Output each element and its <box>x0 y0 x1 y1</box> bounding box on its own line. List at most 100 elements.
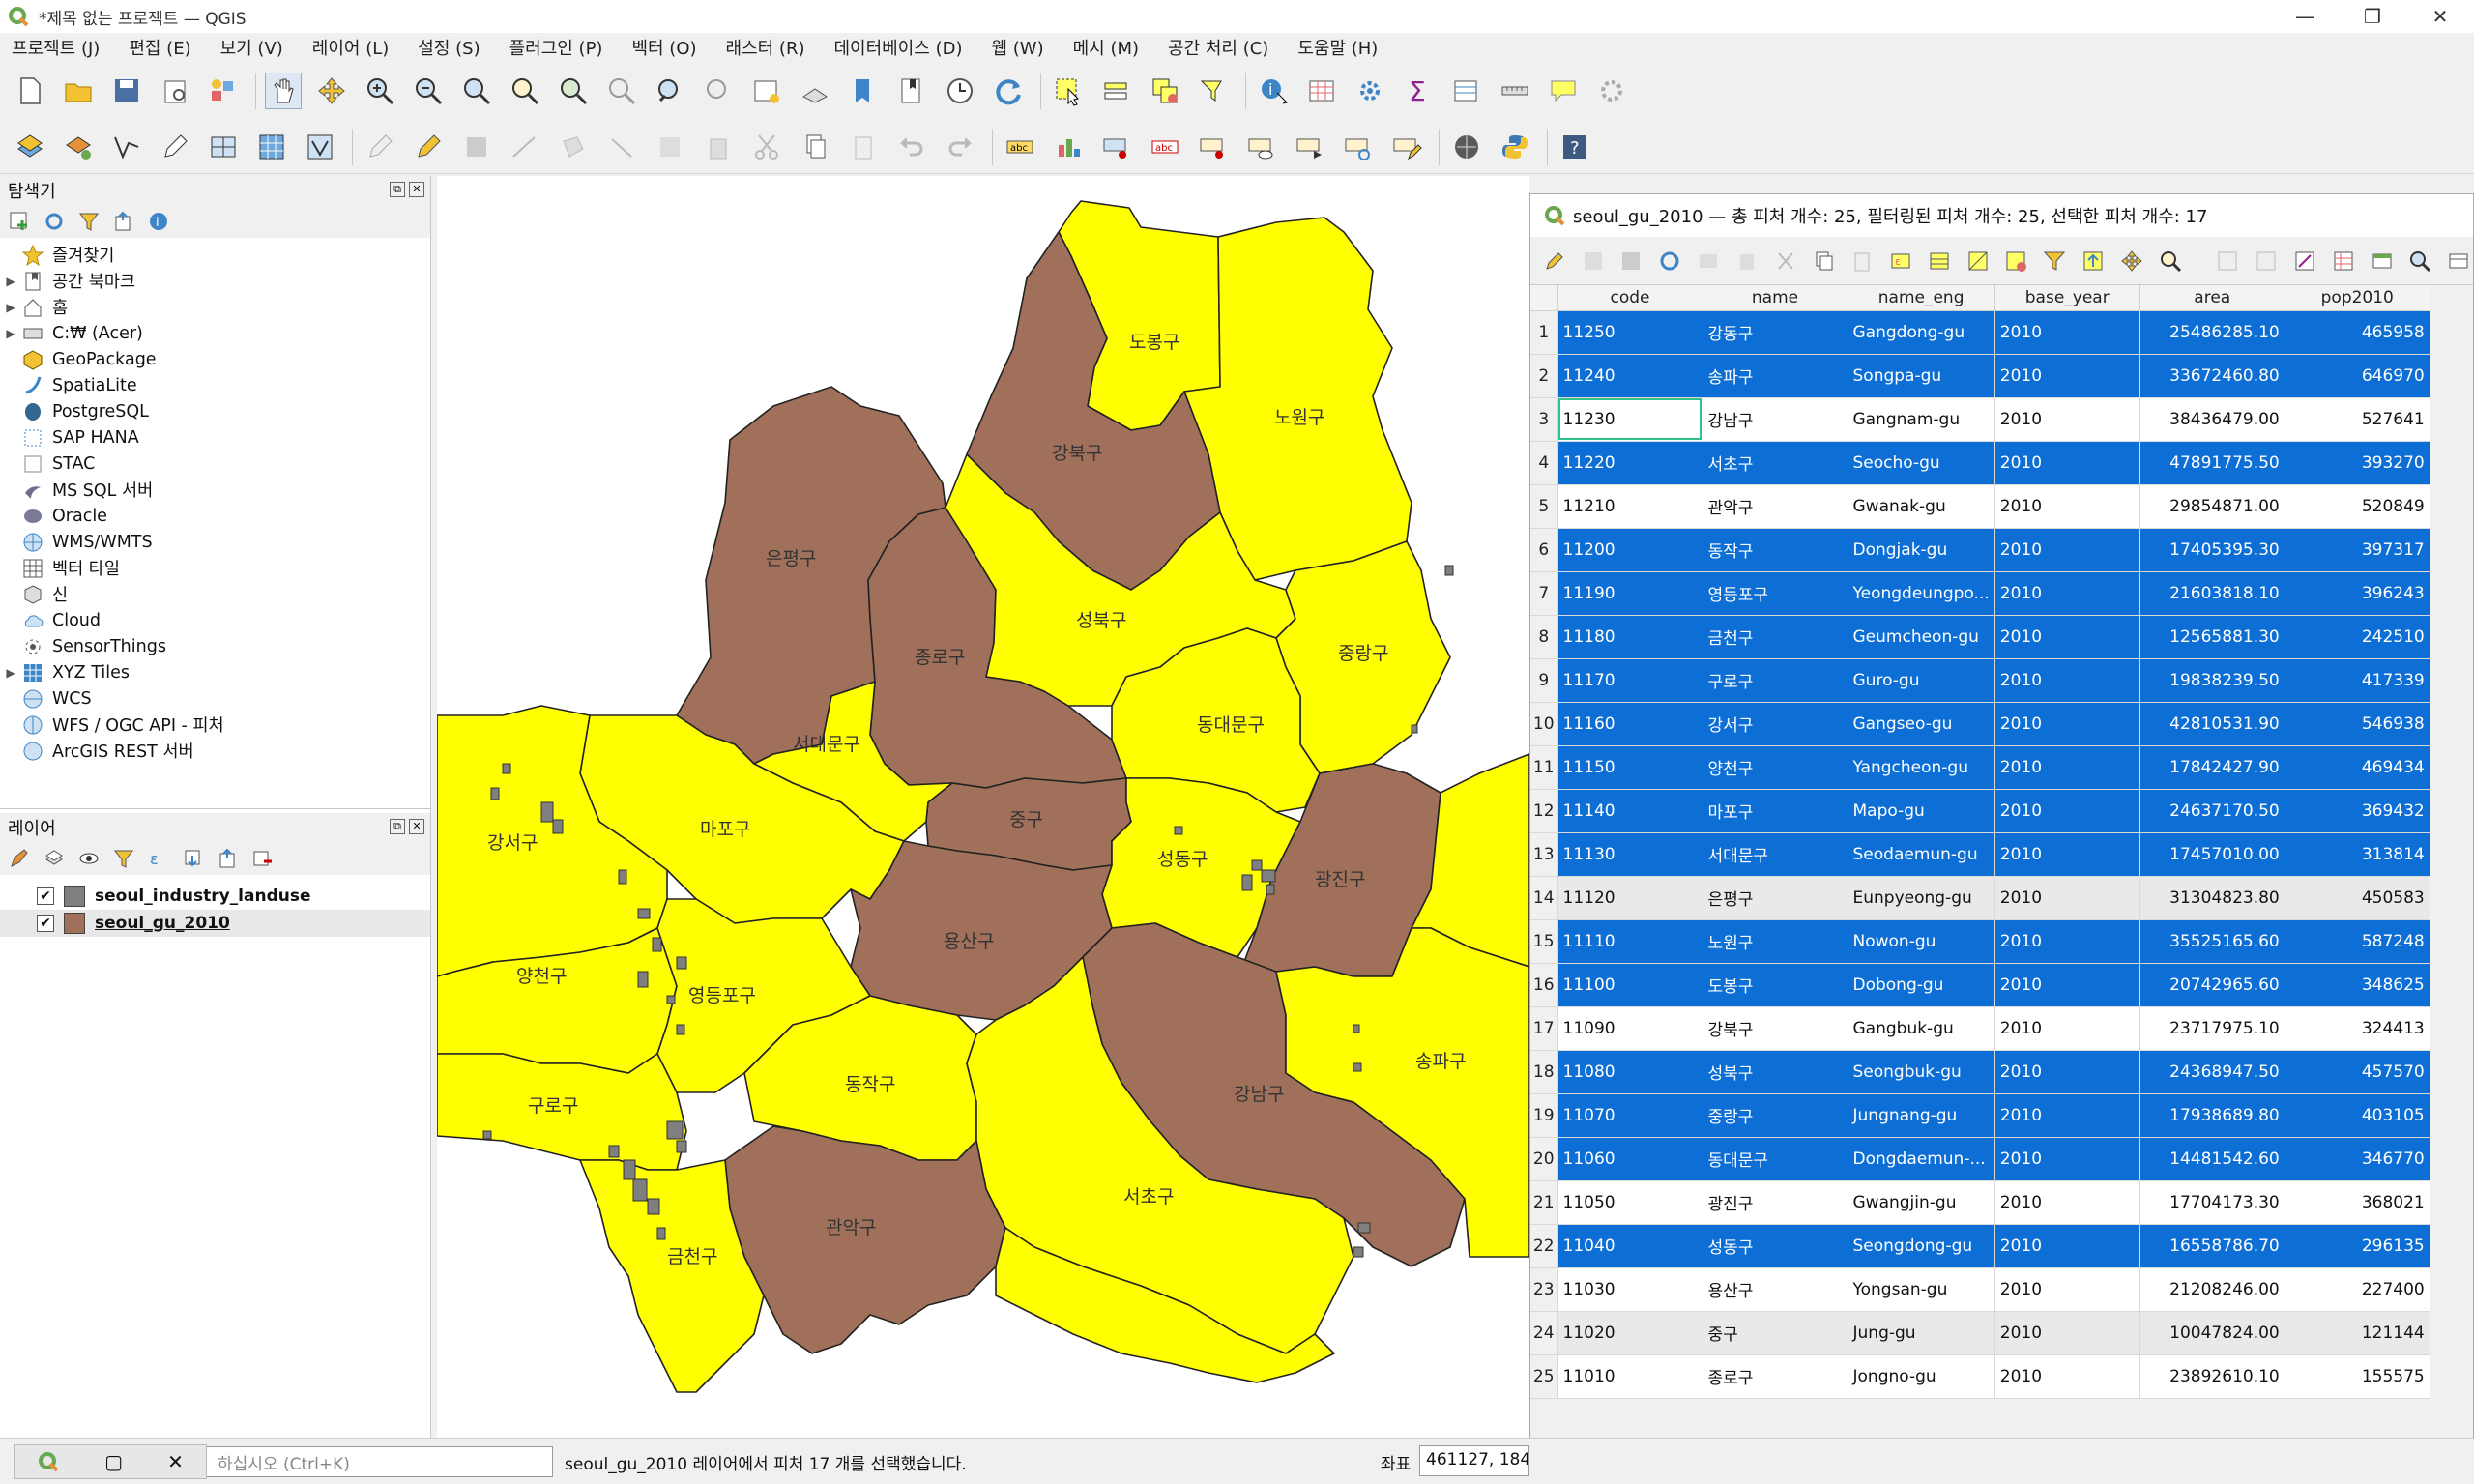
table-menu-icon[interactable] <box>2444 247 2473 276</box>
cell-pop2010[interactable]: 313814 <box>2285 832 2430 877</box>
diagram-icon[interactable] <box>1050 129 1087 165</box>
select-features-icon[interactable] <box>1050 73 1087 109</box>
cell-base-year[interactable]: 2010 <box>1994 1050 2140 1094</box>
pin-labels-icon[interactable] <box>1098 129 1135 165</box>
cell-name-eng[interactable]: Guro-gu <box>1848 658 1995 703</box>
move-selection-top-icon[interactable] <box>2079 247 2108 276</box>
cell-pop2010[interactable]: 396243 <box>2285 571 2430 616</box>
row-number[interactable]: 11 <box>1530 745 1558 790</box>
cell-pop2010[interactable]: 527641 <box>2285 397 2430 442</box>
cell-base-year[interactable]: 2010 <box>1994 1180 2140 1225</box>
tree-item-spatialite[interactable]: SpatiaLite <box>0 372 430 398</box>
table-row[interactable]: 9 11170 구로구 Guro-gu 2010 19838239.50 417339 <box>1530 658 2430 703</box>
cell-name[interactable]: 송파구 <box>1703 354 1848 398</box>
row-number[interactable]: 2 <box>1530 354 1558 398</box>
cell-area[interactable]: 25486285.10 <box>2139 310 2285 355</box>
row-number[interactable]: 10 <box>1530 702 1558 746</box>
row-number[interactable]: 25 <box>1530 1354 1558 1399</box>
cell-name-eng[interactable]: Dongjak-gu <box>1848 528 1995 572</box>
delete-field-icon[interactable] <box>2252 247 2281 276</box>
refresh-icon[interactable] <box>990 73 1027 109</box>
cell-area[interactable]: 29854871.00 <box>2139 484 2285 529</box>
select-expression-icon[interactable]: ε <box>1886 247 1915 276</box>
collapse-layers-icon[interactable] <box>217 847 240 870</box>
cell-base-year[interactable]: 2010 <box>1994 919 2140 964</box>
cell-pop2010[interactable]: 242510 <box>2285 615 2430 659</box>
map-canvas[interactable]: 도봉구 노원구 강북구 은평구 성북구 종로구 중랑구 서대문구 동대문구 강서… <box>437 176 1529 1438</box>
cell-pop2010[interactable]: 348625 <box>2285 963 2430 1007</box>
tree-item-stac[interactable]: STAC <box>0 451 430 477</box>
cell-name[interactable]: 용산구 <box>1703 1267 1848 1312</box>
cell-name-eng[interactable]: Yangcheon-gu <box>1848 745 1995 790</box>
cell-area[interactable]: 23717975.10 <box>2139 1006 2285 1051</box>
cell-name-eng[interactable]: Gangnam-gu <box>1848 397 1995 442</box>
cell-name[interactable]: 성북구 <box>1703 1050 1848 1094</box>
tree-item-geopackage[interactable]: GeoPackage <box>0 346 430 372</box>
cell-pop2010[interactable]: 368021 <box>2285 1180 2430 1225</box>
cell-area[interactable]: 21603818.10 <box>2139 571 2285 616</box>
cell-area[interactable]: 23892610.10 <box>2139 1354 2285 1399</box>
cell-pop2010[interactable]: 397317 <box>2285 528 2430 572</box>
cell-name[interactable]: 중랑구 <box>1703 1093 1848 1138</box>
zoom-full-icon[interactable] <box>458 73 495 109</box>
style-manager-icon[interactable] <box>205 73 242 109</box>
cell-name-eng[interactable]: Seongbuk-gu <box>1848 1050 1995 1094</box>
cell-name[interactable]: 영등포구 <box>1703 571 1848 616</box>
new-map-view-icon[interactable] <box>748 73 785 109</box>
cell-name-eng[interactable]: Dobong-gu <box>1848 963 1995 1007</box>
filter-legend-icon[interactable] <box>112 847 135 870</box>
cell-name-eng[interactable]: Mapo-gu <box>1848 789 1995 833</box>
cell-pop2010[interactable]: 469434 <box>2285 745 2430 790</box>
cut-table-icon[interactable] <box>1771 247 1800 276</box>
statistics-icon[interactable]: Σ <box>1400 73 1437 109</box>
tree-item-wms[interactable]: WMS/WMTS <box>0 529 430 555</box>
table-row[interactable]: 1 11250 강동구 Gangdong-gu 2010 25486285.10 46595… <box>1530 310 2430 355</box>
help-icon[interactable]: ? <box>1557 129 1593 165</box>
table-row[interactable]: 10 11160 강서구 Gangseo-gu 2010 42810531.90 54693… <box>1530 702 2430 746</box>
cell-code[interactable]: 11070 <box>1557 1093 1703 1138</box>
style-panel-icon[interactable] <box>8 847 31 870</box>
cell-base-year[interactable]: 2010 <box>1994 832 2140 877</box>
close-layers-button[interactable]: ✕ <box>409 819 424 834</box>
cell-base-year[interactable]: 2010 <box>1994 1006 2140 1051</box>
cell-area[interactable]: 17457010.00 <box>2139 832 2285 877</box>
cell-name-eng[interactable]: Gwanak-gu <box>1848 484 1995 529</box>
tree-item-bookmarks[interactable]: ▶ 공간 북마크 <box>0 268 430 294</box>
map-svg[interactable]: 도봉구 노원구 강북구 은평구 성북구 종로구 중랑구 서대문구 동대문구 강서… <box>437 176 1529 1438</box>
cell-code[interactable]: 11170 <box>1557 658 1703 703</box>
dock-table-icon[interactable] <box>2368 247 2397 276</box>
multi-edit-icon[interactable] <box>1579 247 1608 276</box>
open-attribute-table-icon[interactable] <box>1303 73 1340 109</box>
cell-pop2010[interactable]: 457570 <box>2285 1050 2430 1094</box>
cell-name[interactable]: 강북구 <box>1703 1006 1848 1051</box>
cell-pop2010[interactable]: 520849 <box>2285 484 2430 529</box>
cell-name-eng[interactable]: Gangbuk-gu <box>1848 1006 1995 1051</box>
cell-pop2010[interactable]: 450583 <box>2285 876 2430 920</box>
paste-icon[interactable] <box>845 129 882 165</box>
cell-code[interactable]: 11220 <box>1557 441 1703 485</box>
close-panel-button[interactable]: ✕ <box>409 182 424 197</box>
table-row[interactable]: 13 11130 서대문구 Seodaemun-gu 2010 17457010.00 31… <box>1530 832 2430 877</box>
zoom-next-icon[interactable] <box>700 73 737 109</box>
cell-code[interactable]: 11120 <box>1557 876 1703 920</box>
row-number[interactable]: 14 <box>1530 876 1558 920</box>
filter-browser-icon[interactable] <box>77 210 101 233</box>
cell-pop2010[interactable]: 465958 <box>2285 310 2430 355</box>
tree-item-drive[interactable]: ▶ C:₩ (Acer) <box>0 320 430 346</box>
cell-code[interactable]: 11230 <box>1557 397 1703 442</box>
cell-name[interactable]: 노원구 <box>1703 919 1848 964</box>
cell-name[interactable]: 도봉구 <box>1703 963 1848 1007</box>
cell-base-year[interactable]: 2010 <box>1994 528 2140 572</box>
digitize-icon[interactable] <box>108 129 145 165</box>
layer-visibility-checkbox[interactable]: ✔ <box>37 915 54 932</box>
menu-project[interactable]: 프로젝트 (J) <box>12 35 100 60</box>
cell-name[interactable]: 강동구 <box>1703 310 1848 355</box>
cell-name-eng[interactable]: Jongno-gu <box>1848 1354 1995 1399</box>
cell-name-eng[interactable]: Seocho-gu <box>1848 441 1995 485</box>
tree-item-wfs[interactable]: WFS / OGC API - 피처 <box>0 712 430 738</box>
column-header-code[interactable]: code <box>1557 285 1703 311</box>
cell-name-eng[interactable]: Gwangjin-gu <box>1848 1180 1995 1225</box>
save-project-icon[interactable] <box>108 73 145 109</box>
deselect-icon[interactable] <box>1147 73 1183 109</box>
tree-item-cloud[interactable]: Cloud <box>0 607 430 633</box>
